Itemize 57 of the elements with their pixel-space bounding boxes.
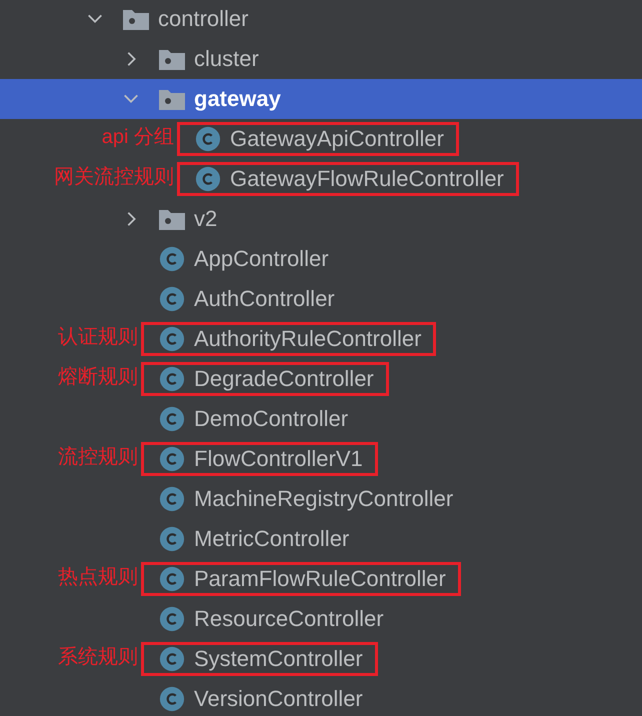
file-name: ParamFlowRuleController xyxy=(194,566,446,592)
file-name: v2 xyxy=(194,206,218,232)
file-name: DegradeController xyxy=(194,366,374,392)
tree-row[interactable]: AppController xyxy=(0,239,642,279)
class-icon xyxy=(158,686,186,712)
file-name: cluster xyxy=(194,46,259,72)
tree-row[interactable]: api 分组 GatewayApiController xyxy=(0,119,642,159)
annotation-label: 熔断规则 xyxy=(58,364,138,390)
file-name: SystemController xyxy=(194,646,363,672)
class-icon xyxy=(158,406,186,432)
tree-row[interactable]: ResourceController xyxy=(0,599,642,639)
annotation-label: 热点规则 xyxy=(58,564,138,590)
tree-row[interactable]: MetricController xyxy=(0,519,642,559)
file-name: AuthController xyxy=(194,286,335,312)
tree-row[interactable]: DemoController xyxy=(0,399,642,439)
file-name: controller xyxy=(158,6,248,32)
tree-row[interactable]: 系统规则 SystemController xyxy=(0,639,642,679)
class-icon xyxy=(158,246,186,272)
file-name: DemoController xyxy=(194,406,348,432)
tree-row[interactable]: 流控规则 FlowControllerV1 xyxy=(0,439,642,479)
class-icon xyxy=(158,486,186,512)
class-icon xyxy=(158,606,186,632)
tree-row[interactable]: VersionController xyxy=(0,679,642,715)
file-name: ResourceController xyxy=(194,606,384,632)
file-name: AppController xyxy=(194,246,329,272)
tree-row[interactable]: v2 xyxy=(0,199,642,239)
tree-row[interactable]: MachineRegistryController xyxy=(0,479,642,519)
tree-row[interactable]: 热点规则 ParamFlowRuleController xyxy=(0,559,642,599)
class-icon xyxy=(194,126,222,152)
file-name: MachineRegistryController xyxy=(194,486,454,512)
tree-row[interactable]: 认证规则 AuthorityRuleController xyxy=(0,319,642,359)
file-name: MetricController xyxy=(194,526,350,552)
class-icon xyxy=(158,326,186,352)
file-name: GatewayFlowRuleController xyxy=(230,166,504,192)
annotation-label: api 分组 xyxy=(102,124,174,150)
annotation-label: 网关流控规则 xyxy=(54,164,174,190)
file-name: AuthorityRuleController xyxy=(194,326,422,352)
annotation-label: 流控规则 xyxy=(58,444,138,470)
file-name: FlowControllerV1 xyxy=(194,446,363,472)
tree-row[interactable]: controller xyxy=(0,0,642,39)
annotation-label: 认证规则 xyxy=(58,324,138,350)
class-icon xyxy=(158,526,186,552)
tree-row[interactable]: 熔断规则 DegradeController xyxy=(0,359,642,399)
class-icon xyxy=(158,646,186,672)
file-name: VersionController xyxy=(194,686,363,712)
tree-row[interactable]: AuthController xyxy=(0,279,642,319)
class-icon xyxy=(158,286,186,312)
class-icon xyxy=(158,446,186,472)
tree-row[interactable]: gateway xyxy=(0,79,642,119)
class-icon xyxy=(158,366,186,392)
tree-row[interactable]: cluster xyxy=(0,39,642,79)
file-name: gateway xyxy=(194,86,281,112)
tree-row[interactable]: 网关流控规则 GatewayFlowRuleController xyxy=(0,159,642,199)
annotation-label: 系统规则 xyxy=(58,644,138,670)
class-icon xyxy=(194,166,222,192)
file-name: GatewayApiController xyxy=(230,126,444,152)
class-icon xyxy=(158,566,186,592)
